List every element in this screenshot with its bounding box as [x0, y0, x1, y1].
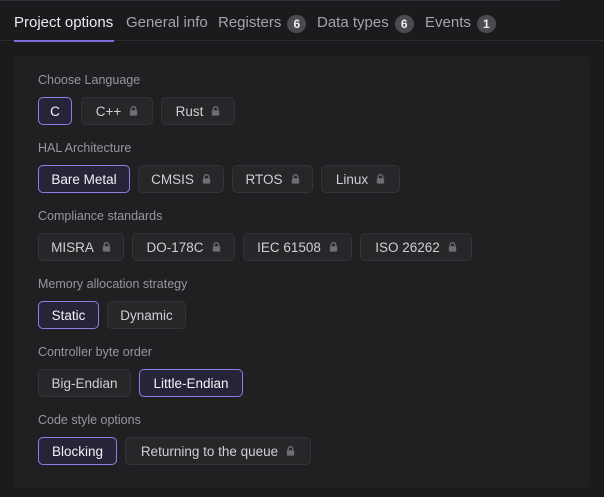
tab-general-info[interactable]: General info [126, 14, 208, 41]
option-label: Blocking [51, 443, 104, 459]
byteorder-label: Controller byte order [38, 345, 152, 359]
option-label: MISRA [51, 239, 94, 255]
memory-option-static[interactable]: Static [38, 301, 99, 329]
lock-icon [129, 106, 138, 116]
hal-option-rtos[interactable]: RTOS [232, 165, 313, 193]
count-badge: 1 [476, 15, 496, 33]
byteorder-option-little-endian[interactable]: Little-Endian [139, 369, 243, 397]
tab-project-options[interactable]: Project options [14, 14, 114, 42]
count-badge: 6 [287, 15, 307, 33]
hal-option-bare-metal[interactable]: Bare Metal [38, 165, 130, 193]
codestyle-option-returning-to-queue[interactable]: Returning to the queue [125, 437, 311, 465]
tab-label: Events [425, 14, 471, 31]
tab-label: Registers [218, 14, 282, 31]
option-label: C++ [95, 103, 122, 119]
option-label: Returning to the queue [140, 443, 279, 459]
compliance-label: Compliance standards [38, 209, 163, 223]
hal-option-cmsis[interactable]: CMSIS [138, 165, 224, 193]
lock-icon [448, 242, 457, 252]
tab-events[interactable]: Events 1 [425, 14, 496, 41]
memory-label: Memory allocation strategy [38, 277, 188, 291]
compliance-option-iso26262[interactable]: ISO 26262 [360, 233, 472, 261]
option-label: Bare Metal [51, 171, 117, 187]
lock-icon [211, 106, 220, 116]
language-option-rust[interactable]: Rust [161, 97, 235, 125]
option-label: Big-Endian [51, 375, 118, 391]
tab-label: Data types [317, 14, 389, 31]
option-label: IEC 61508 [257, 239, 321, 255]
option-label: Linux [335, 171, 369, 187]
option-label: Static [51, 307, 86, 323]
memory-option-dynamic[interactable]: Dynamic [107, 301, 186, 329]
codestyle-option-blocking[interactable]: Blocking [38, 437, 117, 465]
compliance-option-misra[interactable]: MISRA [38, 233, 124, 261]
tab-label: General info [126, 14, 208, 31]
option-label: C [50, 103, 60, 119]
compliance-option-iec61508[interactable]: IEC 61508 [243, 233, 352, 261]
language-option-c[interactable]: C [38, 97, 72, 125]
option-label: ISO 26262 [375, 239, 440, 255]
codestyle-label: Code style options [38, 413, 141, 427]
language-label: Choose Language [38, 73, 141, 87]
lock-icon [202, 174, 211, 184]
compliance-option-do178c[interactable]: DO-178C [132, 233, 235, 261]
option-label: DO-178C [146, 239, 204, 255]
lock-icon [286, 446, 295, 456]
lock-icon [102, 242, 111, 252]
tab-label: Project options [14, 14, 114, 31]
lock-icon [212, 242, 221, 252]
option-label: Dynamic [120, 307, 173, 323]
lock-icon [376, 174, 385, 184]
lock-icon [291, 174, 300, 184]
count-badge: 6 [394, 15, 414, 33]
option-label: CMSIS [151, 171, 194, 187]
tab-bar: Project options General info Registers 6… [0, 0, 604, 42]
lock-icon [329, 242, 338, 252]
tab-registers[interactable]: Registers 6 [218, 14, 307, 41]
option-label: Little-Endian [153, 375, 229, 391]
hal-label: HAL Architecture [38, 141, 132, 155]
language-option-cpp[interactable]: C++ [81, 97, 153, 125]
option-label: RTOS [245, 171, 283, 187]
active-tab-underline [14, 40, 114, 42]
tab-data-types[interactable]: Data types 6 [317, 14, 414, 41]
byteorder-option-big-endian[interactable]: Big-Endian [38, 369, 131, 397]
hal-option-linux[interactable]: Linux [321, 165, 400, 193]
option-label: Rust [175, 103, 204, 119]
